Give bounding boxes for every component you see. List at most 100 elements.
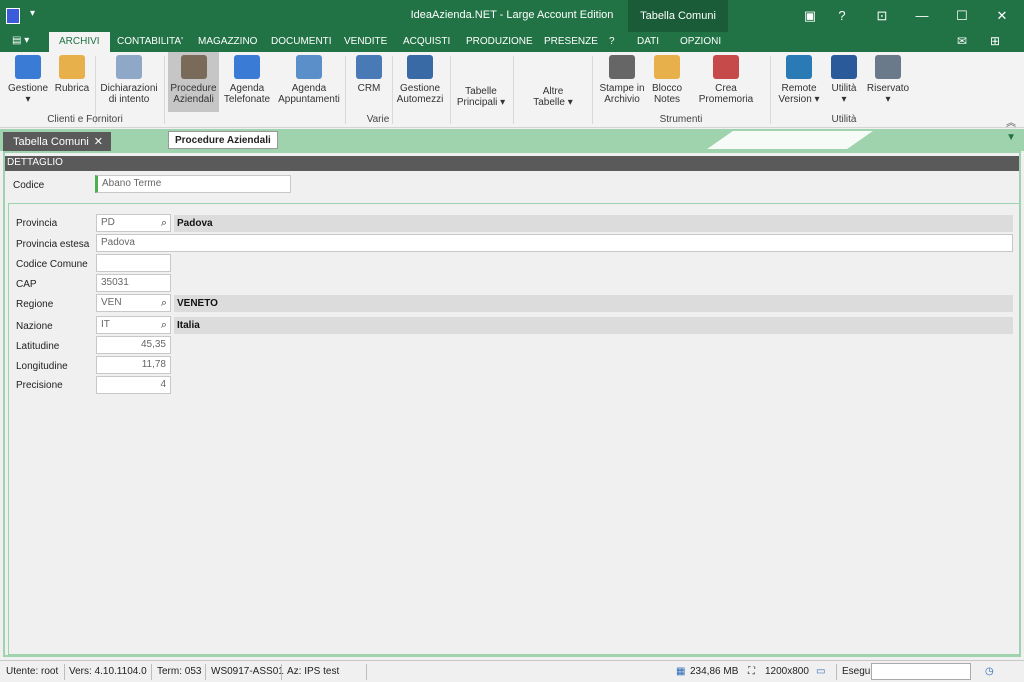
regione-desc: VENETO [174, 295, 1013, 312]
crea-promemoria-button[interactable]: Crea Promemoria [688, 52, 764, 112]
stampe-archivio-button[interactable]: Stampe in Archivio [598, 52, 646, 112]
tools-icon [831, 55, 857, 79]
group-label: Varie [366, 114, 390, 125]
group-separator [592, 56, 593, 124]
reminder-calendar-icon [713, 55, 739, 79]
codice-input[interactable]: Abano Terme [95, 175, 291, 193]
status-separator [205, 664, 206, 680]
status-version: Vers: 4.10.1104.0 [69, 666, 147, 677]
close-icon[interactable]: ✕ [94, 135, 103, 148]
gestione-button[interactable]: Gestione ▾ [6, 52, 50, 112]
cap-label: CAP [16, 279, 37, 290]
window-icon[interactable]: ▭ [816, 666, 825, 677]
precisione-label: Precisione [16, 380, 63, 391]
blocco-notes-button[interactable]: Blocco Notes [650, 52, 684, 112]
sticky-note-icon [654, 55, 680, 79]
status-separator [64, 664, 65, 680]
collapse-ribbon-icon[interactable]: ︽ [1006, 114, 1016, 129]
tooltip: Procedure Aziendali [168, 131, 278, 149]
tab-produzione[interactable]: PRODUZIONE [466, 32, 533, 52]
riservato-button[interactable]: Riservato ▾ [866, 52, 910, 112]
group-separator [164, 56, 165, 124]
resolution-icon: ⛶ [748, 666, 755, 677]
codice-comune-input[interactable] [96, 254, 171, 272]
document-icon [116, 55, 142, 79]
context-tab-title: Tabella Comuni [628, 0, 728, 32]
maximize-button[interactable]: ☐ [942, 0, 982, 32]
clock-icon[interactable]: ◷ [985, 666, 994, 677]
ribbon: Gestione ▾ Rubrica Dichiarazioni di intent… [0, 52, 1024, 129]
agenda-appuntamenti-button[interactable]: Agenda Appuntamenti [278, 52, 340, 112]
provincia-estesa-input[interactable]: Padova [96, 234, 1013, 252]
search-icon[interactable]: ⌕ [161, 319, 167, 332]
provincia-label: Provincia [16, 218, 58, 229]
status-separator [836, 664, 837, 680]
regione-label: Regione [16, 299, 54, 310]
nazione-input[interactable]: IT ⌕ [96, 316, 171, 334]
utilita-button[interactable]: Utilità ▾ [826, 52, 862, 112]
tab-contabilita[interactable]: CONTABILITA' [117, 32, 183, 52]
longitudine-input[interactable]: 11,78 [96, 356, 171, 374]
layout-icon[interactable]: ⊞ [985, 34, 1005, 50]
tab-vendite[interactable]: VENDITE [344, 32, 387, 52]
status-bar: Utente: root Vers: 4.10.1104.0 Term: 053… [0, 660, 1024, 682]
help-button[interactable]: ? [822, 0, 862, 32]
crm-icon [356, 55, 382, 79]
latitudine-input[interactable]: 45,35 [96, 336, 171, 354]
precisione-input[interactable]: 4 [96, 376, 171, 394]
group-label: Strumenti [659, 114, 703, 125]
car-icon [407, 55, 433, 79]
dichiarazioni-button[interactable]: Dichiarazioni di intento [100, 52, 158, 112]
tab-magazzino[interactable]: MAGAZZINO [198, 32, 257, 52]
tab-documenti[interactable]: DOCUMENTI [271, 32, 332, 52]
nazione-desc: Italia [174, 317, 1013, 334]
provincia-input[interactable]: PD ⌕ [96, 214, 171, 232]
file-menu-icon[interactable]: ▤ ▾ [12, 35, 29, 46]
phone-history-icon [234, 55, 260, 79]
mail-icon[interactable]: ✉ [952, 34, 972, 50]
codice-label: Codice [13, 180, 45, 191]
users-icon [15, 55, 41, 79]
cap-input[interactable]: 35031 [96, 274, 171, 292]
crm-button[interactable]: CRM [350, 52, 388, 112]
tab-archivi[interactable]: ARCHIVI [49, 32, 110, 52]
esegui-input[interactable] [871, 663, 971, 680]
doc-tab-tabella-comuni[interactable]: Tabella Comuni ✕ [3, 132, 111, 151]
tab-acquisti[interactable]: ACQUISTI [403, 32, 450, 52]
restore-ribbon-icon[interactable]: ⊡ [862, 0, 902, 32]
tabelle-principali-button[interactable]: Tabelle Principali ▾ [455, 52, 507, 112]
detail-form: DETTAGLIO Codice Abano Terme Provincia P… [3, 151, 1021, 657]
status-term: Term: 053 [157, 666, 202, 677]
provincia-desc: Padova [174, 215, 1013, 232]
tab-help[interactable]: ? [609, 32, 615, 52]
minimize-button[interactable]: — [902, 0, 942, 32]
search-icon[interactable]: ⌕ [161, 217, 167, 230]
gear-network-icon [875, 55, 901, 79]
decorative-stripe [707, 131, 873, 149]
tab-opzioni[interactable]: OPZIONI [680, 32, 721, 52]
search-icon[interactable]: ⌕ [161, 297, 167, 310]
rubrica-button[interactable]: Rubrica [53, 52, 91, 112]
fields-panel: Provincia PD ⌕ Padova Provincia estesa Pa… [8, 203, 1020, 655]
status-separator [366, 664, 367, 680]
remote-version-button[interactable]: Remote Version ▾ [776, 52, 822, 112]
provincia-estesa-label: Provincia estesa [16, 239, 90, 250]
chevron-down-icon[interactable]: ▼ [1006, 132, 1016, 143]
group-label: Clienti e Fornitori [47, 114, 123, 125]
tab-presenze[interactable]: PRESENZE [544, 32, 598, 52]
worker-icon [180, 55, 207, 79]
latitudine-label: Latitudine [16, 341, 60, 352]
procedure-aziendali-button[interactable]: Procedure Aziendali [168, 52, 219, 112]
document-tab-bar: Tabella Comuni ✕ Procedure Aziendali ▼ [0, 129, 1024, 151]
group-label: Utilità [831, 114, 857, 125]
gestione-automezzi-button[interactable]: Gestione Automezzi [396, 52, 444, 112]
nazione-label: Nazione [16, 321, 53, 332]
close-button[interactable]: ✕ [982, 0, 1022, 32]
tab-dati[interactable]: DATI [637, 32, 659, 52]
title-bar: ▾ IdeaAzienda.NET - Large Account Editio… [0, 0, 1024, 32]
agenda-telefonate-button[interactable]: Agenda Telefonate [222, 52, 272, 112]
altre-tabelle-button[interactable]: Altre Tabelle ▾ [528, 52, 578, 112]
regione-input[interactable]: VEN ⌕ [96, 294, 171, 312]
esegui-label: Esegui [842, 666, 873, 677]
memory-icon: ▦ [676, 666, 686, 677]
